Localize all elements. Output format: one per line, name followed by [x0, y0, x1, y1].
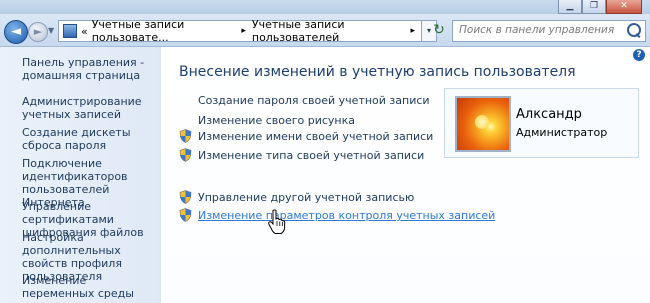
- sidebar-item-environment-variables[interactable]: Изменение переменных среды: [22, 274, 158, 300]
- breadcrumb-separator-icon[interactable]: ▸: [241, 26, 246, 36]
- sidebar-item-manage-accounts[interactable]: Администрирование учетных записей: [22, 95, 158, 121]
- address-bar[interactable]: « Учетные записи пользовате... ▸ Учетные…: [58, 18, 422, 44]
- breadcrumb-overflow-icon[interactable]: «: [81, 25, 88, 38]
- window-controls: ▁ ❐ ✕: [558, 0, 642, 14]
- control-panel-icon: [63, 24, 77, 38]
- task-change-account-type[interactable]: Изменение типа своей учетной записи: [198, 149, 424, 162]
- search-icon[interactable]: [627, 23, 641, 37]
- user-role: Администратор: [516, 126, 608, 139]
- task-create-password[interactable]: Создание пароля своей учетной записи: [198, 94, 430, 107]
- search-input[interactable]: [453, 21, 627, 39]
- refresh-icon[interactable]: ↻: [428, 20, 450, 40]
- back-button[interactable]: ◄: [4, 20, 28, 44]
- breadcrumb-separator-icon[interactable]: ▸: [410, 26, 415, 36]
- uac-shield-icon: [179, 190, 192, 204]
- uac-shield-icon: [179, 129, 192, 143]
- sidebar-item-control-panel-home[interactable]: Панель управления - домашняя страница: [22, 56, 158, 82]
- close-button[interactable]: ✕: [606, 0, 642, 14]
- uac-shield-icon: [179, 208, 192, 222]
- task-manage-another-account[interactable]: Управление другой учетной записью: [198, 191, 414, 204]
- breadcrumb-item[interactable]: Учетные записи пользователей: [252, 18, 409, 44]
- maximize-button[interactable]: ❐: [582, 0, 606, 14]
- minimize-button[interactable]: ▁: [558, 0, 582, 14]
- forward-button[interactable]: ►: [28, 22, 48, 42]
- recent-pages-dropdown-icon[interactable]: ▼: [48, 26, 54, 35]
- help-icon[interactable]: ?: [633, 49, 645, 61]
- sidebar-item-password-reset-disk[interactable]: Создание дискеты сброса пароля: [22, 126, 158, 152]
- navigation-bar: ◄ ► ▼ « Учетные записи пользовате... ▸ У…: [0, 14, 650, 47]
- breadcrumb-item[interactable]: Учетные записи пользовате...: [92, 18, 240, 44]
- page-title: Внесение изменений в учетную запись поль…: [179, 64, 576, 80]
- task-change-account-name[interactable]: Изменение имени своей учетной записи: [198, 130, 433, 143]
- title-bar: ▁ ❐ ✕: [0, 0, 650, 14]
- avatar[interactable]: [455, 96, 511, 152]
- user-name: Алксандр: [516, 107, 582, 122]
- task-change-picture[interactable]: Изменение своего рисунка: [198, 114, 355, 127]
- main-content: ? Внесение изменений в учетную запись по…: [161, 47, 650, 303]
- search-box[interactable]: [452, 20, 646, 42]
- hand-cursor-icon: [268, 209, 286, 234]
- uac-shield-icon: [179, 148, 192, 162]
- task-change-uac-settings[interactable]: Изменение параметров контроля учетных за…: [198, 209, 495, 222]
- sidebar: Панель управления - домашняя страница Ад…: [0, 47, 161, 303]
- user-account-card: Алксандр Администратор: [444, 88, 639, 158]
